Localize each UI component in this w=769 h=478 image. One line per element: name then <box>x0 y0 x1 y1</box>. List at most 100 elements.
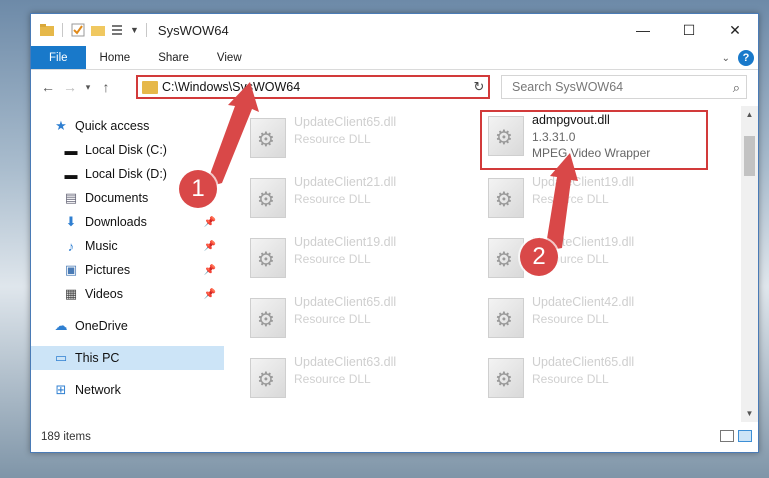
file-description: Resource DLL <box>532 312 609 326</box>
up-button[interactable]: ↑ <box>95 76 117 98</box>
pin-icon: 📌 <box>203 216 216 228</box>
file-description: Resource DLL <box>294 252 371 266</box>
file-description: Resource DLL <box>532 372 609 386</box>
file-description: MPEG Video Wrapper <box>532 146 651 160</box>
list-item[interactable]: UpdateClient19.dllResource DLL <box>244 232 474 284</box>
list-item[interactable]: UpdateClient19.dll Resource DLL <box>482 172 712 224</box>
sidebar-item-network[interactable]: ⊞ Network <box>31 378 224 402</box>
tab-home[interactable]: Home <box>86 46 145 69</box>
folder-icon <box>39 22 55 38</box>
dll-file-icon <box>488 358 524 398</box>
pictures-icon: ▣ <box>64 262 78 277</box>
file-name: UpdateClient65.dll <box>294 115 397 129</box>
pin-icon: 📌 <box>203 240 216 252</box>
address-bar[interactable]: C:\Windows\SysWOW64 ▼ <box>136 75 489 99</box>
separator <box>145 23 147 37</box>
tab-share[interactable]: Share <box>144 46 203 69</box>
navigation-pane: ★ Quick access ▬ Local Disk (C:) ▬ Local… <box>31 106 224 422</box>
dll-file-icon <box>250 178 286 218</box>
download-icon: ⬇ <box>65 214 77 229</box>
star-icon: ★ <box>55 118 67 133</box>
sidebar-item-videos[interactable]: ▦ Videos 📌 <box>31 282 224 306</box>
documents-icon: ▤ <box>64 190 78 205</box>
tab-file[interactable]: File <box>31 46 86 69</box>
address-path[interactable]: C:\Windows\SysWOW64 <box>162 80 469 94</box>
search-input[interactable]: Search SysWOW64 ⌕ <box>501 75 747 99</box>
file-name: admpgvout.dll <box>532 113 610 127</box>
nav-gap <box>31 306 224 314</box>
sidebar-item-downloads[interactable]: ⬇ Downloads 📌 <box>31 210 224 234</box>
file-name: UpdateClient19.dll <box>532 175 635 189</box>
sidebar-item-pictures[interactable]: ▣ Pictures 📌 <box>31 258 224 282</box>
sidebar-item-label: Videos <box>85 287 123 301</box>
properties-icon[interactable] <box>70 22 86 38</box>
sidebar-item-local-disk-c[interactable]: ▬ Local Disk (C:) <box>31 138 224 162</box>
new-folder-icon[interactable] <box>90 22 106 38</box>
step-badge-1: 1 <box>179 170 217 208</box>
file-list: UpdateClient65.dll Resource DLL admpgvout… <box>224 106 758 422</box>
list-item[interactable]: UpdateClient63.dll Resource DLL <box>244 352 474 404</box>
scroll-down-icon[interactable]: ▼ <box>741 405 758 422</box>
file-name: UpdateClient65.dll <box>532 355 635 369</box>
help-button[interactable]: ? <box>738 50 754 66</box>
list-item[interactable]: UpdateClient65.dll Resource DLL <box>244 112 474 164</box>
file-description: Resource DLL <box>532 192 609 206</box>
maximize-button[interactable]: ☐ <box>666 14 712 46</box>
status-bar: 189 items <box>31 422 758 452</box>
dll-file-icon <box>488 178 524 218</box>
file-name: UpdateClient21.dll <box>294 175 397 189</box>
file-description: Resource DLL <box>294 312 371 326</box>
sidebar-item-label: Pictures <box>85 263 131 277</box>
tab-view[interactable]: View <box>203 46 256 69</box>
scroll-thumb[interactable] <box>744 136 755 176</box>
window-controls: — ☐ ✕ <box>620 14 758 46</box>
nav-gap <box>31 338 224 346</box>
ribbon-tabs: File Home Share View ⌄ ? <box>31 46 758 70</box>
list-item[interactable]: UpdateClient21.dll Resource DLL <box>244 172 474 224</box>
vertical-scrollbar[interactable]: ▲ ▼ <box>741 106 758 422</box>
close-button[interactable]: ✕ <box>712 14 758 46</box>
list-item[interactable]: UpdateClient19.dllResource DLL <box>482 232 712 284</box>
forward-button[interactable]: → <box>59 76 81 98</box>
list-item[interactable]: UpdateClient65.dll Resource DLL <box>244 292 474 344</box>
back-button[interactable]: ← <box>37 76 59 98</box>
dll-file-icon <box>488 298 524 338</box>
window-title: SysWOW64 <box>157 22 229 38</box>
list-item-highlighted[interactable]: admpgvout.dll 1.3.31.0 MPEG Video Wrappe… <box>480 110 708 170</box>
chevron-down-icon[interactable]: ▼ <box>130 25 139 35</box>
large-icons-view-icon[interactable] <box>738 430 752 442</box>
recent-locations-button[interactable]: ▾ <box>81 76 95 98</box>
drive-icon: ▬ <box>64 142 78 158</box>
pin-icon: 📌 <box>203 264 216 276</box>
sidebar-item-label: Documents <box>85 191 149 205</box>
explorer-window: ▼ SysWOW64 — ☐ ✕ File Home Share View ⌄ … <box>30 13 759 453</box>
list-item[interactable]: UpdateClient65.dll Resource DLL <box>482 352 712 404</box>
sidebar-item-label: This PC <box>75 351 120 365</box>
expand-ribbon-icon[interactable]: ⌄ <box>722 53 730 64</box>
refresh-button[interactable]: ↻ <box>470 75 490 99</box>
customize-toolbar-icon[interactable] <box>110 22 126 38</box>
search-icon[interactable]: ⌕ <box>733 80 740 96</box>
network-icon: ⊞ <box>55 382 67 397</box>
scroll-up-icon[interactable]: ▲ <box>741 106 758 123</box>
file-description: Resource DLL <box>294 192 371 206</box>
folder-icon <box>142 80 158 94</box>
sidebar-item-label: Quick access <box>75 119 150 133</box>
search-placeholder: Search SysWOW64 <box>512 80 624 94</box>
minimize-button[interactable]: — <box>620 14 666 46</box>
file-description: Resource DLL <box>294 132 371 146</box>
title-bar: ▼ SysWOW64 — ☐ ✕ <box>31 14 758 46</box>
sidebar-item-music[interactable]: ♪ Music 📌 <box>31 234 224 258</box>
drive-icon: ▬ <box>64 166 78 182</box>
dll-file-icon <box>250 118 286 158</box>
sidebar-item-label: OneDrive <box>75 319 128 333</box>
details-view-icon[interactable] <box>720 430 734 442</box>
dll-file-icon <box>488 116 524 156</box>
pin-icon: 📌 <box>203 288 216 300</box>
item-count: 189 items <box>41 431 91 443</box>
sidebar-item-quick-access[interactable]: ★ Quick access <box>31 114 224 138</box>
list-item[interactable]: UpdateClient42.dll Resource DLL <box>482 292 712 344</box>
content-area: ★ Quick access ▬ Local Disk (C:) ▬ Local… <box>31 106 758 422</box>
sidebar-item-onedrive[interactable]: ☁ OneDrive <box>31 314 224 338</box>
sidebar-item-this-pc[interactable]: ▭ This PC <box>31 346 224 370</box>
